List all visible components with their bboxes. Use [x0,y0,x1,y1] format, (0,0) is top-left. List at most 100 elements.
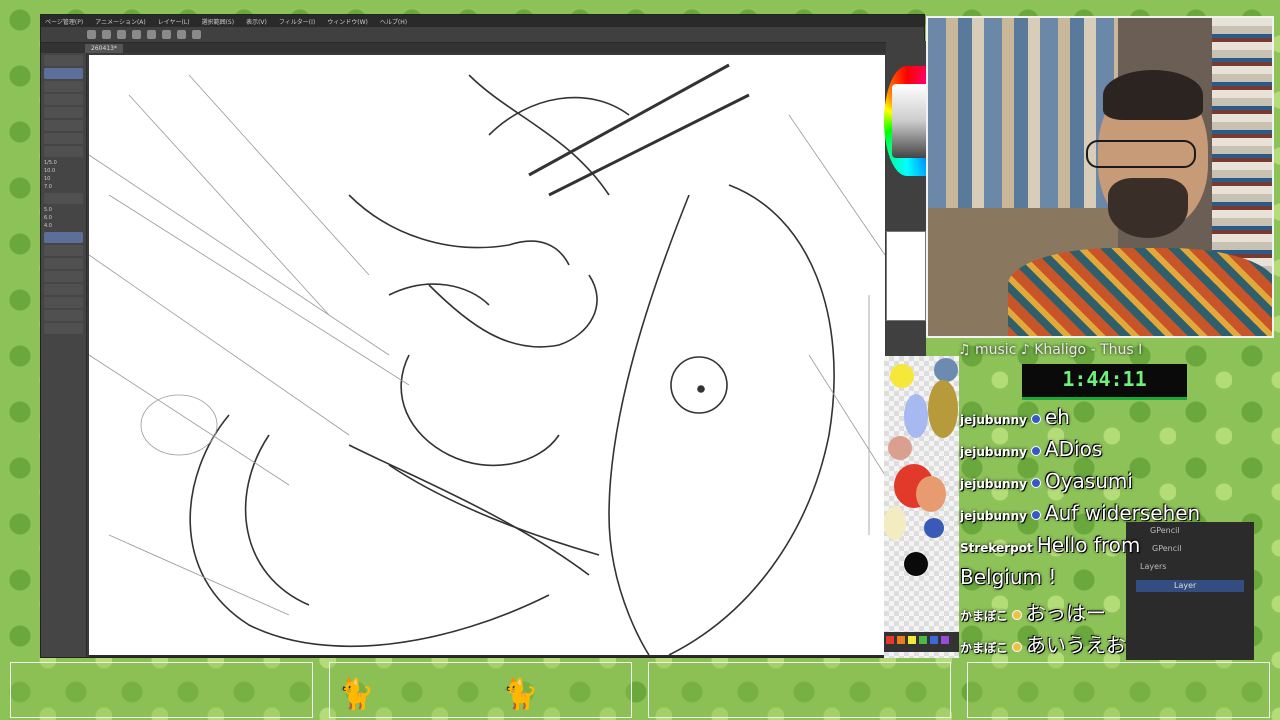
drawing-canvas[interactable] [89,55,885,657]
sub-tool[interactable] [44,258,83,269]
chat-message: jejubunny eh [960,405,1230,437]
emote-badge-icon [1012,610,1023,620]
brush-size-label: 1/5.0 [44,160,57,166]
command-bar [41,27,924,43]
chat-text: Auf widersehen [1044,501,1201,525]
chat-username: かまぼこ [960,641,1009,655]
tool-slot[interactable] [44,107,83,118]
color-palette-panel [884,356,959,658]
timer-progress-bar [1022,397,1187,400]
chat-overlay: jejubunny eh jejubunny ADios jejubunny O… [960,405,1230,665]
document-tabs: 260413* [41,43,924,53]
palette-swatch-cream[interactable] [884,506,906,540]
transform-icon[interactable] [177,30,186,39]
tail-curve [189,414,550,648]
sub-tool[interactable] [44,271,83,282]
navigator-preview [886,231,926,321]
gray-cat-sprite-icon: 🐈 [337,677,375,712]
chat-text: ADios [1044,437,1103,461]
undo-icon[interactable] [87,30,96,39]
document-tab[interactable]: 260413* [85,43,123,53]
sketch-drawing [89,63,885,656]
menu-item-page[interactable]: ページ管理(P) [45,17,83,26]
bottom-bar-segment [648,662,951,718]
poster-wall [928,18,1118,218]
chat-username: jejubunny [960,413,1027,427]
brush-size-label: 4.0 [44,223,52,229]
lasso-icon[interactable] [162,30,171,39]
serpent-inner [608,194,690,656]
tool-slot[interactable] [44,94,83,105]
menu-item-selection[interactable]: 選択範囲(S) [202,17,235,26]
bird-figure [348,194,570,266]
person-beard [1108,178,1188,238]
redo-icon[interactable] [102,30,111,39]
chat-username: jejubunny [960,509,1027,523]
menu-bar: ページ管理(P) アニメーション(A) レイヤー(L) 選択範囲(S) 表示(V… [41,15,924,27]
brush-size-label: 10 [44,176,51,182]
palette-swatch-steel[interactable] [934,358,958,382]
canvas-scrollbar[interactable] [89,655,885,657]
palette-color-bar [884,632,959,652]
palette-swatch-black[interactable] [904,552,928,576]
tool-slot[interactable] [44,133,83,144]
menu-item-view[interactable]: 表示(V) [246,17,267,26]
chat-text: Hello from [1036,533,1141,557]
chat-username: jejubunny [960,445,1027,459]
palette-swatch-yellow[interactable] [890,364,914,388]
menu-item-filter[interactable]: フィルター(I) [279,17,315,26]
brush-size-label: 7.0 [44,184,52,190]
color-chip-orange[interactable] [897,636,905,644]
tool-panel: 1/5.0 10.0 10 7.0 5.0 6.0 4.0 [41,53,87,657]
color-chip-red[interactable] [886,636,894,644]
brush-size-label: 5.0 [44,207,52,213]
palette-swatch-ochre[interactable] [928,380,958,438]
pen-icon[interactable] [117,30,126,39]
chat-message: かまぼこ おっはー [960,597,1230,629]
person-glasses [1086,140,1196,168]
subscriber-badge-icon [1030,510,1041,520]
subscriber-badge-icon [1030,478,1041,488]
chat-text: あいうえお [1026,633,1127,657]
tool-slot[interactable] [44,120,83,131]
serpent-eye [670,356,728,414]
chat-text-continuation: Belgium ! [960,565,1057,589]
color-chip-purple[interactable] [941,636,949,644]
fill-icon[interactable] [147,30,156,39]
white-cat-sprite-icon: 🐈 [501,677,539,712]
palette-swatch-blue[interactable] [924,518,944,538]
palette-swatch-pink[interactable] [888,436,912,460]
stream-timer: 1:44:11 [1022,364,1187,400]
subscriber-badge-icon [1030,414,1041,424]
color-chip-green[interactable] [919,636,927,644]
tool-slot-selected[interactable] [44,68,83,79]
sub-tool[interactable] [44,245,83,256]
chat-text: eh [1044,405,1070,429]
menu-item-help[interactable]: ヘルプ(H) [380,17,407,26]
sub-tool[interactable] [44,297,83,308]
brush-size-label: 10.0 [44,168,56,174]
tool-slot[interactable] [44,146,83,157]
chat-message: jejubunny ADios [960,437,1230,469]
tool-slot[interactable] [44,55,83,66]
color-wheel[interactable] [884,66,932,176]
color-chip-blue[interactable] [930,636,938,644]
chat-username: かまぼこ [960,609,1009,623]
sub-tool-selected[interactable] [44,232,83,243]
palette-swatch-lavender[interactable] [904,394,928,438]
crop-icon[interactable] [192,30,201,39]
menu-item-animation[interactable]: アニメーション(A) [95,17,146,26]
eraser-icon[interactable] [132,30,141,39]
menu-item-layer[interactable]: レイヤー(L) [158,17,190,26]
palette-swatch-peach[interactable] [916,476,946,512]
sub-tool[interactable] [44,284,83,295]
person-hair [1103,70,1203,120]
sub-tool[interactable] [44,323,83,334]
color-chip-yellow[interactable] [908,636,916,644]
sub-tool[interactable] [44,310,83,321]
tool-slot[interactable] [44,193,83,204]
stream-bottom-bar: 🐈 🐈 [0,662,1280,720]
brush-size-label: 6.0 [44,215,52,221]
tool-slot[interactable] [44,81,83,92]
menu-item-window[interactable]: ウィンドウ(W) [327,17,368,26]
